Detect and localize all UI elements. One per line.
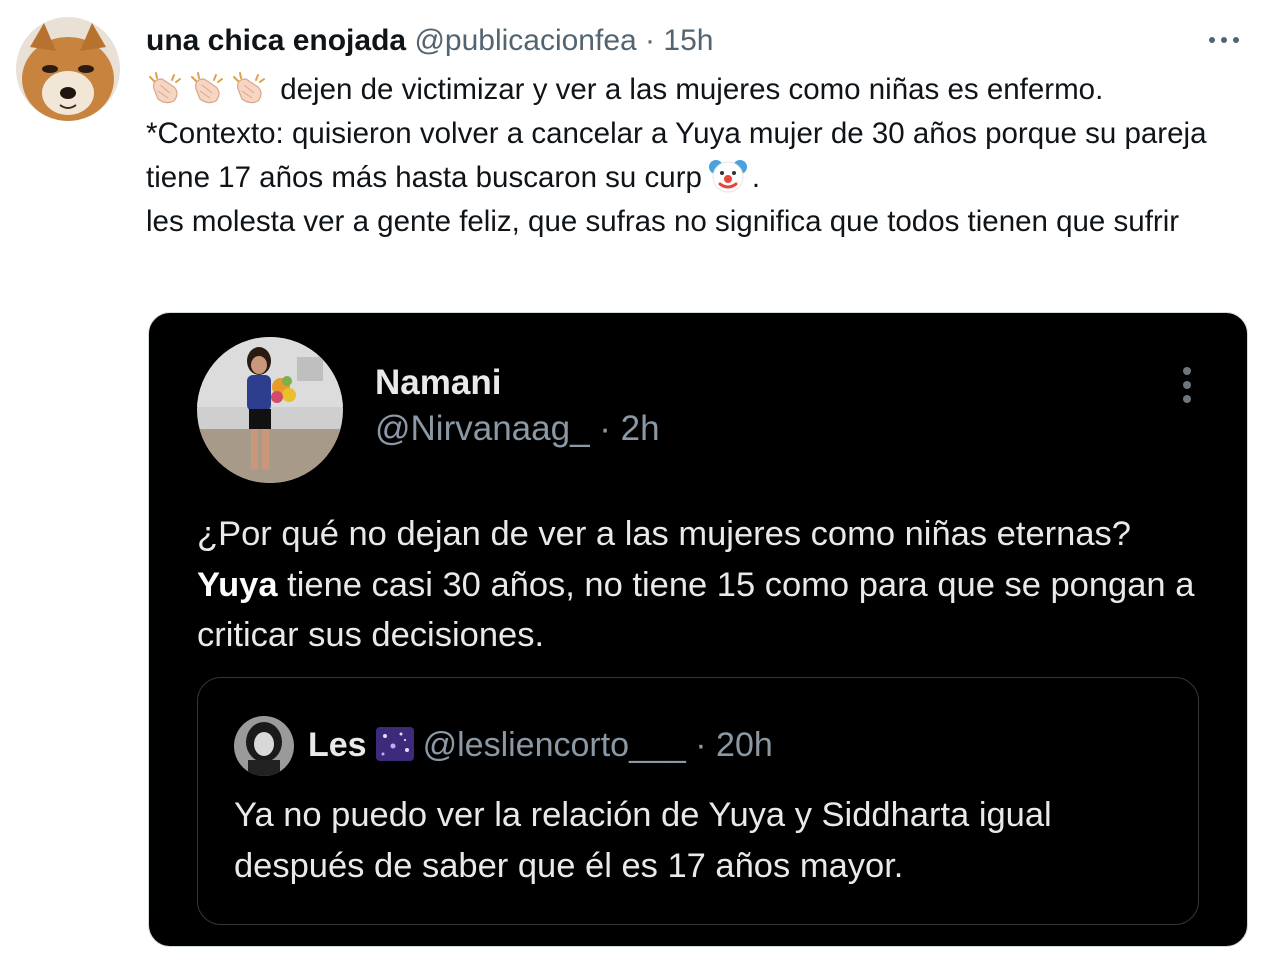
embedded-screenshot[interactable]: Namani @Nirvanaag_ · 2h ¿Por qué no deja…: [148, 312, 1248, 947]
person-with-flowers-image: [197, 337, 343, 483]
embedded-timestamp: 2h: [620, 409, 660, 448]
tweet-line-2-end: .: [751, 161, 761, 194]
more-dots-icon: [1209, 37, 1239, 43]
night-sky-sparkles-icon: [375, 727, 414, 761]
bw-portrait-image: [234, 716, 294, 776]
tweet-header: una chica enojada @publicacionfea · 15h: [146, 22, 713, 60]
quoted-author-avatar: [234, 716, 294, 776]
tweet-line-2: *Contexto: quisieron volver a cancelar a…: [146, 112, 1246, 200]
embedded-separator: ·: [599, 409, 611, 448]
tweet-timestamp[interactable]: 15h: [663, 24, 713, 57]
tweet-text: dejen de victimizar y ver a las mujeres …: [146, 68, 1246, 243]
quoted-author-name: Les: [308, 726, 367, 764]
author-name[interactable]: una chica enojada: [146, 24, 406, 57]
clapping-hands-icon: [191, 72, 223, 104]
dog-avatar-image: [16, 17, 120, 121]
header-separator: ·: [645, 24, 656, 57]
quoted-separator: ·: [695, 726, 707, 764]
quoted-timestamp: 20h: [716, 726, 773, 764]
embedded-author-handle: @Nirvanaag_: [375, 409, 590, 448]
embedded-author-name: Namani: [375, 363, 502, 402]
vertical-more-dots-icon: [1183, 367, 1191, 403]
quoted-post-text: Ya no puedo ver la relación de Yuya y Si…: [234, 796, 1052, 885]
embedded-text-start: ¿Por qué no dejan de ver a las mujeres c…: [197, 515, 1131, 553]
tweet-line-1: dejen de victimizar y ver a las mujeres …: [146, 68, 1246, 112]
author-avatar[interactable]: [16, 17, 120, 121]
embedded-text-bold: Yuya: [197, 565, 278, 604]
clapping-hands-icon: [233, 72, 265, 104]
quoted-post-header: Les @lesliencorto___ · 20h: [308, 726, 773, 765]
clown-face-icon: [708, 160, 747, 193]
embedded-author-avatar: [197, 337, 343, 483]
tweet-line-3: les molesta ver a gente feliz, que sufra…: [146, 204, 1180, 238]
tweet-line-1-text: dejen de victimizar y ver a las mujeres …: [280, 73, 1104, 106]
quoted-post-card: Les @lesliencorto___ · 20h Ya no puedo v…: [197, 677, 1199, 925]
clapping-hands-icon: [149, 72, 181, 104]
author-handle[interactable]: @publicacionfea: [414, 24, 636, 57]
embedded-more-button: [1177, 365, 1197, 405]
embedded-post-text: ¿Por qué no dejan de ver a las mujeres c…: [197, 509, 1207, 661]
embedded-text-end: tiene casi 30 años, no tiene 15 como par…: [197, 565, 1195, 655]
tweet-line-2-text: *Contexto: quisieron volver a cancelar a…: [146, 116, 1207, 195]
quoted-author-handle: @lesliencorto___: [422, 726, 686, 764]
more-options-button[interactable]: [1204, 28, 1244, 52]
embedded-header-meta: @Nirvanaag_ · 2h: [375, 409, 660, 449]
